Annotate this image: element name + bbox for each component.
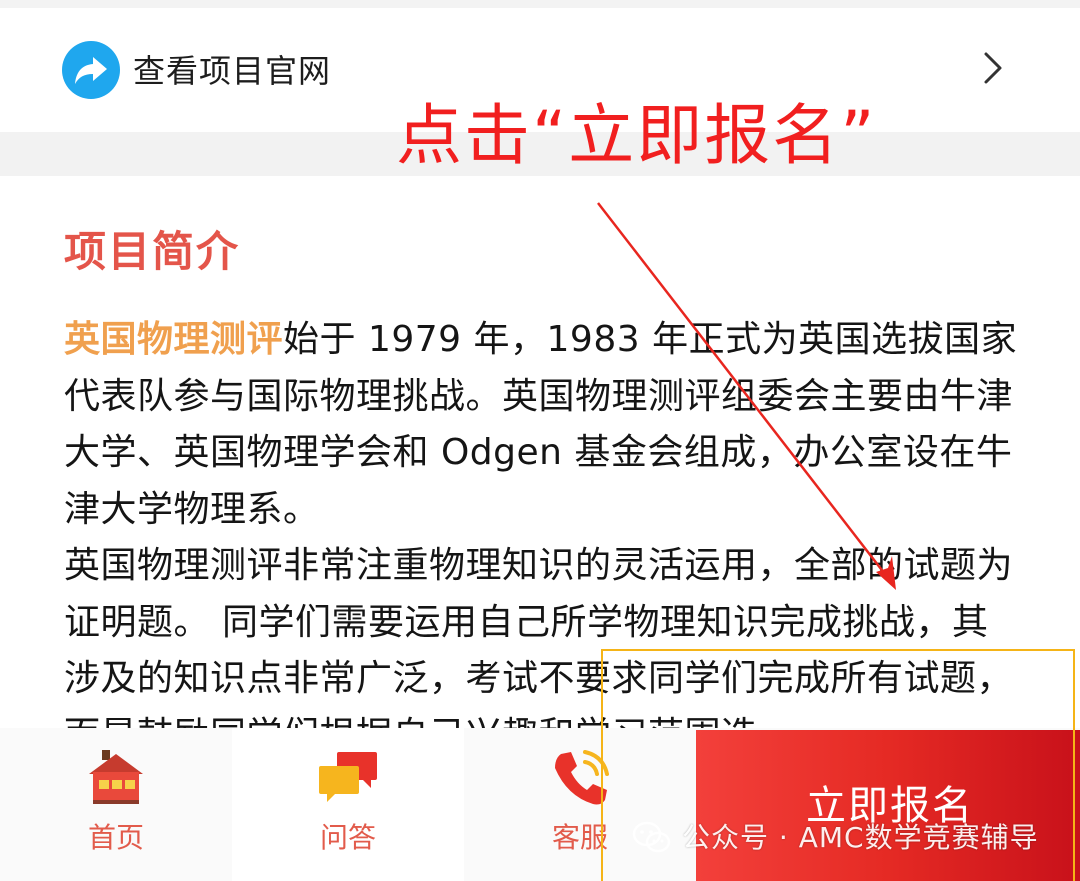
intro-paragraph-1: 英国物理测评始于 1979 年，1983 年正式为英国选拔国家代表队参与国际物理… (64, 312, 1024, 538)
tab-qa-label: 问答 (319, 821, 376, 854)
annotation-text: 点击“立即报名” (396, 97, 877, 174)
intro-highlight: 英国物理测评 (64, 319, 284, 360)
chevron-right-icon (984, 52, 1002, 84)
home-icon (89, 750, 143, 804)
official-site-label: 查看项目官网 (133, 52, 332, 90)
share-arrow-icon (62, 41, 120, 99)
tab-qa[interactable]: 问答 (232, 728, 464, 881)
tab-home[interactable]: 首页 (0, 728, 232, 881)
tab-home-label: 首页 (87, 821, 144, 854)
watermark-text: 公众号 · AMC数学竞赛辅导 (682, 821, 1039, 854)
wechat-icon (632, 821, 671, 853)
section-title: 项目简介 (64, 227, 241, 276)
watermark: 公众号 · AMC数学竞赛辅导 (632, 818, 1039, 858)
top-strip (0, 0, 1080, 8)
chat-bubbles-icon (319, 752, 377, 802)
